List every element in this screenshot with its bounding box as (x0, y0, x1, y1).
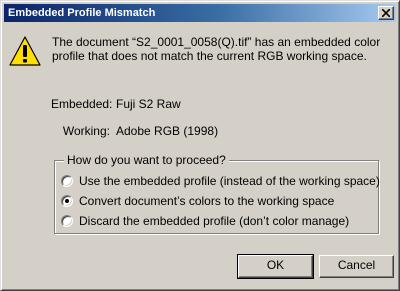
working-profile-row: Working: Adobe RGB (1998) (51, 124, 351, 138)
close-icon (382, 9, 390, 17)
proceed-groupbox: How do you want to proceed? Use the embe… (54, 153, 380, 234)
cancel-button[interactable]: Cancel (319, 255, 394, 278)
dialog-title: Embedded Profile Mismatch (8, 7, 156, 19)
option-use-embedded[interactable]: Use the embedded profile (instead of the… (61, 174, 380, 188)
embedded-label: Embedded: (51, 97, 113, 111)
close-button[interactable] (378, 6, 394, 20)
warning-icon (9, 36, 41, 66)
mismatch-message: The document “S2_0001_0058(Q).tif” has a… (52, 35, 381, 63)
embedded-profile-row: Embedded: Fuji S2 Raw (51, 97, 351, 111)
option-discard[interactable]: Discard the embedded profile (don’t colo… (61, 214, 376, 228)
option-convert-label[interactable]: Convert document’s colors to the working… (79, 194, 334, 208)
embedded-value: Fuji S2 Raw (116, 97, 181, 111)
working-label: Working: (62, 124, 110, 138)
radio-discard[interactable] (61, 215, 73, 227)
working-value: Adobe RGB (1998) (116, 124, 219, 138)
ok-button[interactable]: OK (237, 254, 314, 279)
option-convert[interactable]: Convert document’s colors to the working… (61, 194, 376, 208)
dialog-window: Embedded Profile Mismatch The document “… (0, 0, 400, 291)
option-discard-label[interactable]: Discard the embedded profile (don’t colo… (79, 214, 349, 228)
radio-convert[interactable] (61, 195, 73, 207)
radio-use-embedded[interactable] (61, 175, 73, 187)
option-use-embedded-label[interactable]: Use the embedded profile (instead of the… (79, 174, 380, 188)
proceed-legend: How do you want to proceed? (64, 153, 229, 167)
title-bar[interactable]: Embedded Profile Mismatch (4, 4, 396, 22)
